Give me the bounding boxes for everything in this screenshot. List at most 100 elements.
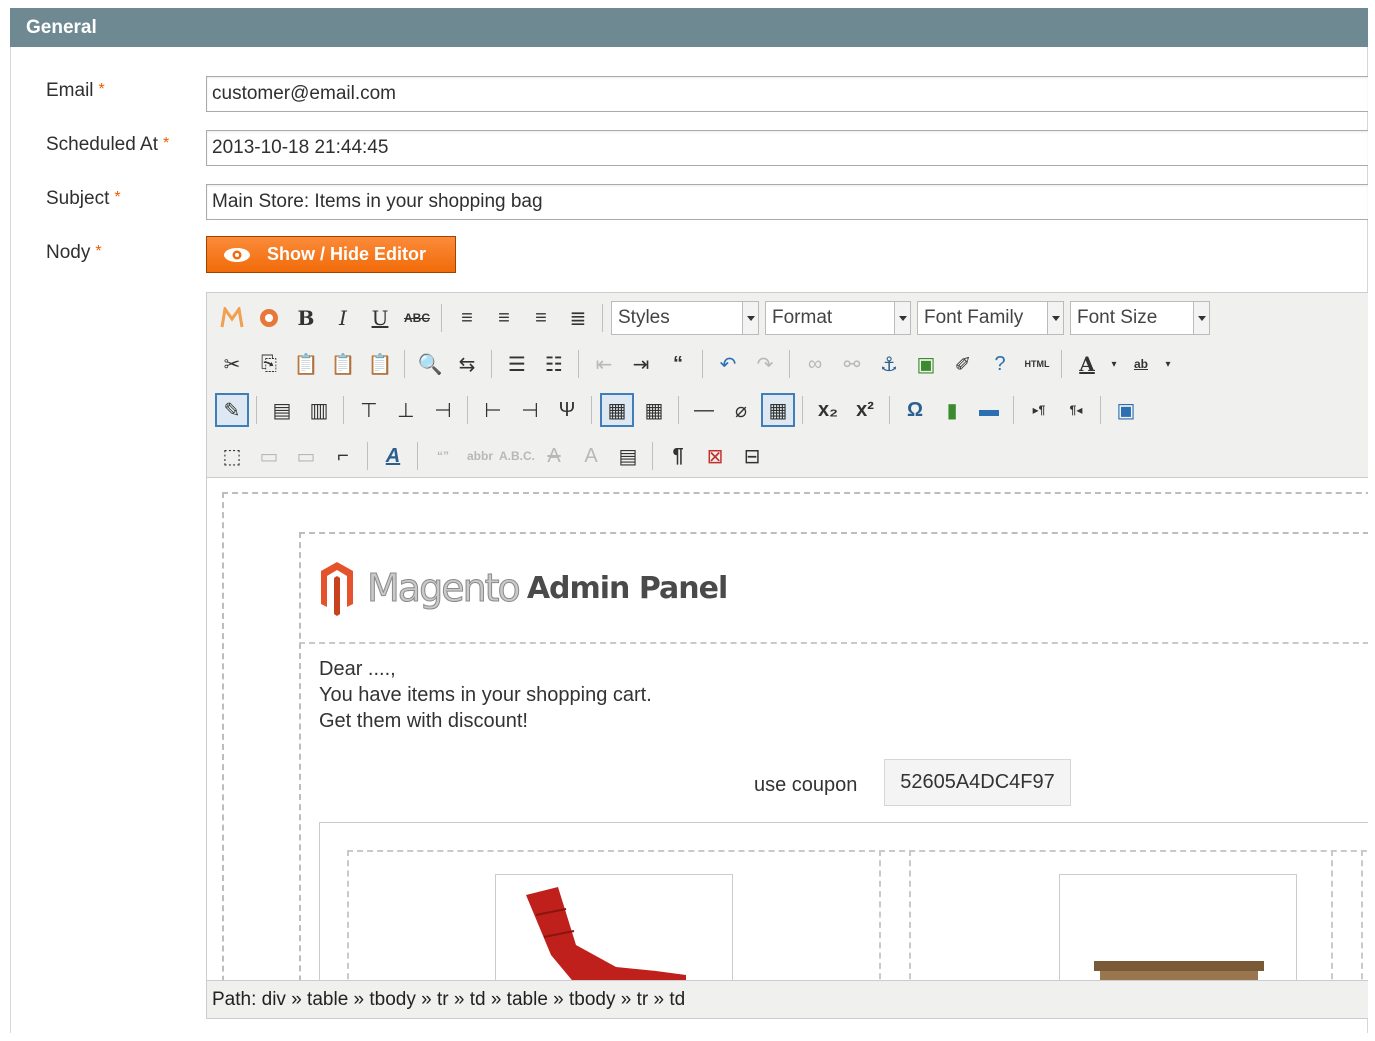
special-char-icon[interactable]: Ω (898, 393, 932, 427)
font-family-select[interactable]: Font Family (917, 301, 1064, 335)
strikethrough-icon[interactable]: ABC (400, 301, 434, 335)
body-label: Nody * (46, 242, 102, 263)
del-icon[interactable]: A (537, 439, 571, 473)
rtl-icon[interactable]: ¶◂ (1059, 393, 1093, 427)
chevron-down-icon (1193, 302, 1209, 334)
magento-logo: Magento Admin Panel (319, 560, 728, 616)
paste-text-icon[interactable]: 📋 (326, 347, 360, 381)
product-image-chair (495, 874, 733, 980)
row-after-icon[interactable]: ⊥ (389, 393, 423, 427)
chevron-down-icon (742, 302, 758, 334)
editor-content[interactable]: Magento Admin Panel Dear ...., You have … (207, 478, 1368, 980)
paste-word-icon[interactable]: 📋 (363, 347, 397, 381)
red-chair-image (526, 887, 686, 980)
acronym-icon[interactable]: A.B.C. (499, 439, 535, 473)
replace-icon[interactable]: ⇆ (450, 347, 484, 381)
subscript-icon[interactable]: x₂ (811, 393, 845, 427)
superscript-icon[interactable]: x² (848, 393, 882, 427)
cut-icon[interactable]: ✂ (215, 347, 249, 381)
align-center-icon[interactable]: ≡ (487, 301, 521, 335)
move-forward-icon[interactable]: ▭ (252, 439, 286, 473)
visual-aid-icon[interactable]: ▦ (761, 393, 795, 427)
html-source-icon[interactable]: HTML (1020, 347, 1054, 381)
emotions-icon[interactable]: ▬ (972, 393, 1006, 427)
show-hide-editor-button[interactable]: Show / Hide Editor (206, 236, 456, 273)
email-field[interactable] (206, 76, 1368, 112)
italic-icon[interactable]: I (326, 301, 360, 335)
bullet-list-icon[interactable]: ☰ (500, 347, 534, 381)
coupon-label: use coupon (754, 774, 858, 796)
outdent-icon[interactable]: ⇤ (587, 347, 621, 381)
numbered-list-icon[interactable]: ☷ (537, 347, 571, 381)
scheduled-at-field[interactable] (206, 130, 1368, 166)
remove-format-icon[interactable]: ⌀ (724, 393, 758, 427)
toolbar-separator (602, 304, 603, 332)
cell-outline (909, 850, 911, 980)
cart-message: You have items in your shopping cart. (319, 684, 652, 706)
edit-mode-icon[interactable]: ✎ (215, 393, 249, 427)
unlink-icon[interactable]: ⚯ (835, 347, 869, 381)
align-left-icon[interactable]: ≡ (450, 301, 484, 335)
scheduled-at-label: Scheduled At * (46, 134, 170, 155)
underline-icon[interactable]: U (363, 301, 397, 335)
ltr-icon[interactable]: ▸¶ (1022, 393, 1056, 427)
absolute-icon[interactable]: ⌐ (326, 439, 360, 473)
bold-icon[interactable]: B (289, 301, 323, 335)
cleanup-icon[interactable]: ✐ (946, 347, 980, 381)
anchor-icon[interactable]: ⚓ (872, 347, 906, 381)
format-select[interactable]: Format (765, 301, 911, 335)
cell-outline (1361, 850, 1363, 980)
show-blocks-icon[interactable]: ¶ (661, 439, 695, 473)
magento-widget-icon[interactable] (215, 301, 249, 335)
products-row-outline (347, 850, 1368, 852)
link-icon[interactable]: ∞ (798, 347, 832, 381)
table-props-icon[interactable]: ▥ (302, 393, 336, 427)
ins-icon[interactable]: A (574, 439, 608, 473)
merge-cells-icon[interactable]: ▦ (637, 393, 671, 427)
email-label: Email * (46, 80, 105, 101)
styleprops-icon[interactable]: A (376, 439, 410, 473)
insert-variable-icon[interactable] (252, 301, 286, 335)
toolbar-separator (591, 396, 592, 424)
move-backward-icon[interactable]: ▭ (289, 439, 323, 473)
media-icon[interactable]: ▮ (935, 393, 969, 427)
redo-icon[interactable]: ↷ (748, 347, 782, 381)
split-cells-icon[interactable]: ▦ (600, 393, 634, 427)
row-before-icon[interactable]: ⊤ (352, 393, 386, 427)
section-title: General (10, 8, 1368, 47)
horizontal-rule-icon[interactable]: — (687, 393, 721, 427)
toolbar-separator (1013, 396, 1014, 424)
undo-icon[interactable]: ↶ (711, 347, 745, 381)
col-after-icon[interactable]: ⊣ (513, 393, 547, 427)
align-justify-icon[interactable]: ≣ (561, 301, 595, 335)
delete-row-icon[interactable]: ⊣ (426, 393, 460, 427)
fullscreen-icon[interactable]: ▣ (1109, 393, 1143, 427)
abbr-icon[interactable]: abbr (463, 439, 497, 473)
styles-select[interactable]: Styles (611, 301, 759, 335)
table-icon[interactable]: ▤ (265, 393, 299, 427)
indent-icon[interactable]: ⇥ (624, 347, 658, 381)
text-color-icon[interactable]: A (1070, 347, 1104, 381)
background-color-icon[interactable]: ab (1124, 347, 1158, 381)
chevron-down-icon (894, 302, 910, 334)
help-icon[interactable]: ? (983, 347, 1017, 381)
nonbreaking-icon[interactable]: ⊠ (698, 439, 732, 473)
attribs-icon[interactable]: ▤ (611, 439, 645, 473)
font-size-select[interactable]: Font Size (1070, 301, 1210, 335)
blockquote-icon[interactable]: “ (661, 347, 695, 381)
cite-icon[interactable]: “” (426, 439, 460, 473)
copy-icon[interactable]: ⎘ (252, 347, 286, 381)
paste-icon[interactable]: 📋 (289, 347, 323, 381)
chevron-down-icon[interactable]: ▾ (1161, 347, 1175, 381)
page-break-icon[interactable]: ⊟ (735, 439, 769, 473)
insert-layer-icon[interactable]: ⬚ (215, 439, 249, 473)
delete-col-icon[interactable]: Ψ (550, 393, 584, 427)
col-before-icon[interactable]: ⊢ (476, 393, 510, 427)
image-icon[interactable]: ▣ (909, 347, 943, 381)
subject-field[interactable] (206, 184, 1368, 220)
toolbar-separator (1100, 396, 1101, 424)
align-right-icon[interactable]: ≡ (524, 301, 558, 335)
editor-toolbar: B I U ABC ≡ ≡ ≡ ≣ Styles Format Font Fam… (207, 293, 1368, 478)
find-icon[interactable]: 🔍 (413, 347, 447, 381)
chevron-down-icon[interactable]: ▾ (1107, 347, 1121, 381)
